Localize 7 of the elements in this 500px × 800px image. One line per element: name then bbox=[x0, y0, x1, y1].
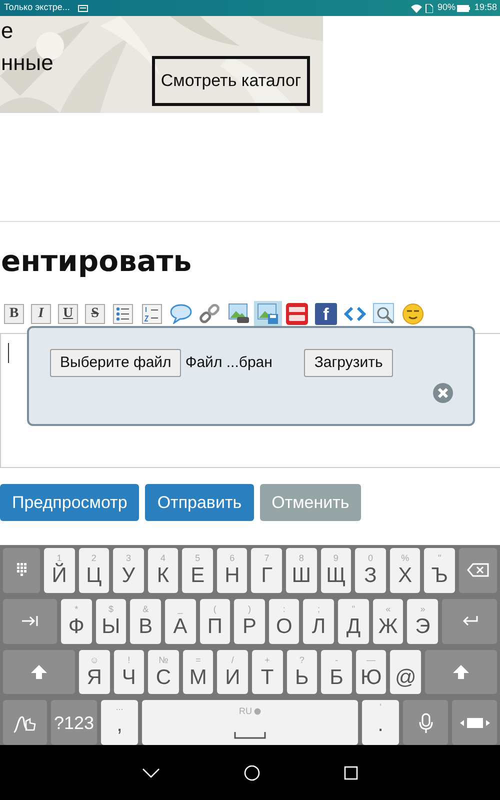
page-heading: ентировать bbox=[1, 244, 193, 279]
file-status-text: Файл ...бран bbox=[185, 352, 274, 373]
banner-text: е bbox=[1, 20, 14, 42]
clock-text: 19:58 bbox=[474, 1, 497, 14]
notification-text: Только экстре... bbox=[4, 1, 70, 14]
banner-text: нные bbox=[1, 52, 54, 74]
battery-text: 90% bbox=[437, 1, 456, 14]
